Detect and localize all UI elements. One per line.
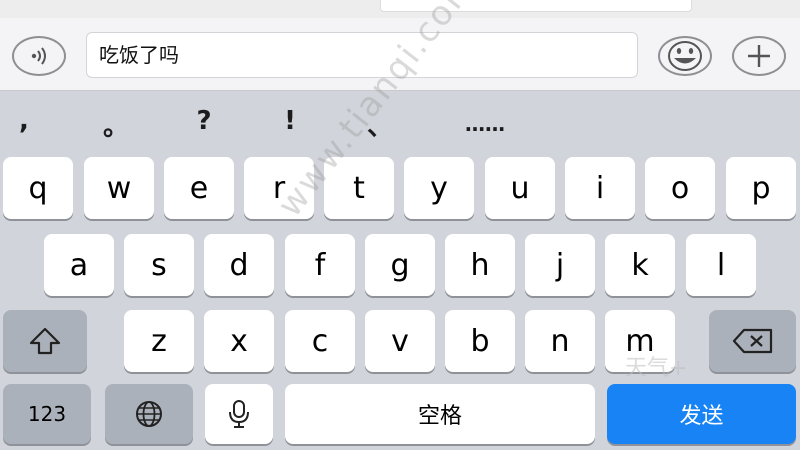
key-e[interactable]: e	[164, 157, 234, 219]
key-j[interactable]: j	[525, 234, 595, 296]
message-input[interactable]: 吃饭了吗	[86, 32, 638, 78]
key-z[interactable]: z	[124, 310, 194, 372]
key-g[interactable]: g	[365, 234, 435, 296]
key-d[interactable]: d	[204, 234, 274, 296]
key-p[interactable]: p	[726, 157, 796, 219]
punct-key[interactable]: ,	[4, 106, 44, 136]
key-k[interactable]: k	[605, 234, 675, 296]
message-bubble	[380, 0, 692, 12]
key-n[interactable]: n	[525, 310, 595, 372]
send-button[interactable]: 发送	[607, 384, 796, 444]
punct-key[interactable]: 。	[96, 106, 136, 143]
key-x[interactable]: x	[204, 310, 274, 372]
delete-key[interactable]	[709, 310, 796, 372]
backspace-icon	[732, 328, 772, 354]
more-button[interactable]	[732, 36, 786, 76]
key-q[interactable]: q	[3, 157, 73, 219]
emoji-icon	[668, 41, 702, 71]
punct-key[interactable]: 、	[360, 106, 400, 143]
numbers-key[interactable]: 123	[3, 384, 91, 444]
space-key[interactable]: 空格	[285, 384, 595, 444]
key-s[interactable]: s	[124, 234, 194, 296]
punctuation-row: , 。 ? ! 、 ……	[0, 106, 800, 146]
plus-icon	[748, 45, 770, 67]
key-c[interactable]: c	[285, 310, 355, 372]
punct-key[interactable]: !	[270, 106, 310, 136]
key-i[interactable]: i	[565, 157, 635, 219]
dictation-key[interactable]	[205, 384, 273, 444]
voice-input-button[interactable]	[12, 36, 66, 76]
punct-key[interactable]: ……	[455, 112, 515, 136]
globe-icon	[136, 401, 162, 427]
punct-key[interactable]: ?	[184, 106, 224, 136]
voice-wave-icon	[31, 47, 46, 65]
shift-key[interactable]	[3, 310, 87, 372]
key-o[interactable]: o	[645, 157, 715, 219]
key-w[interactable]: w	[84, 157, 154, 219]
microphone-icon	[229, 400, 249, 428]
globe-key[interactable]	[105, 384, 193, 444]
key-a[interactable]: a	[44, 234, 114, 296]
key-r[interactable]: r	[244, 157, 314, 219]
key-y[interactable]: y	[404, 157, 474, 219]
key-h[interactable]: h	[445, 234, 515, 296]
key-l[interactable]: l	[686, 234, 756, 296]
key-m[interactable]: m	[605, 310, 675, 372]
key-b[interactable]: b	[445, 310, 515, 372]
chat-history-strip	[0, 0, 800, 18]
key-t[interactable]: t	[324, 157, 394, 219]
key-f[interactable]: f	[285, 234, 355, 296]
emoji-button[interactable]	[658, 36, 712, 76]
key-v[interactable]: v	[365, 310, 435, 372]
shift-arrow-icon	[29, 327, 61, 355]
chat-input-bar: 吃饭了吗	[0, 18, 800, 91]
key-u[interactable]: u	[485, 157, 555, 219]
